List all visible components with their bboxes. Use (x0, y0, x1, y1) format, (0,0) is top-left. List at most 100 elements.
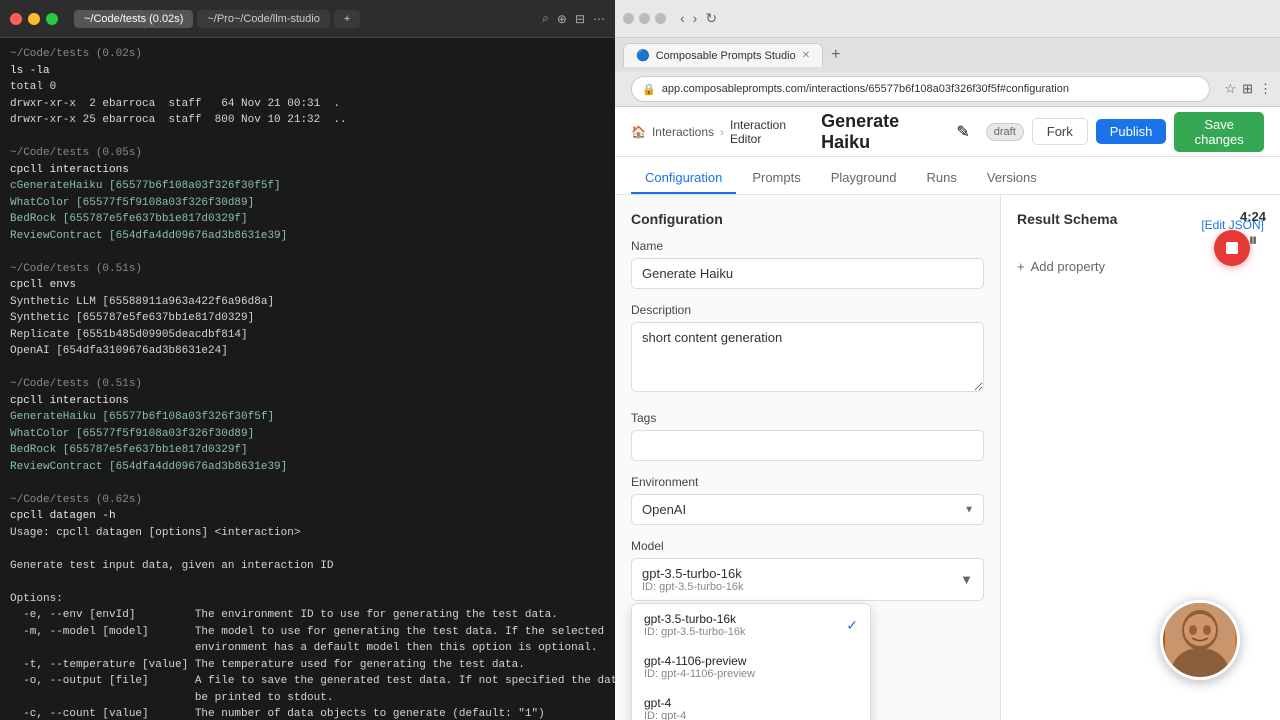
avatar-image (1165, 600, 1235, 680)
browser-close[interactable] (623, 13, 634, 24)
header-actions: Fork Publish Save changes (1032, 112, 1264, 152)
tab-versions[interactable]: Versions (973, 163, 1051, 194)
plus-icon: + (1017, 259, 1025, 274)
terminal-line: drwxr-xr-x 25 ebarroca staff 800 Nov 10 … (10, 112, 605, 129)
model-option-gpt35[interactable]: gpt-3.5-turbo-16k ID: gpt-3.5-turbo-16k … (632, 604, 870, 646)
tab-runs[interactable]: Runs (913, 163, 971, 194)
environment-select[interactable]: OpenAI (631, 494, 984, 525)
model-option-id: ID: gpt-4 (644, 710, 686, 720)
terminal-line: ReviewContract [654dfa4dd09676ad3b8631e3… (10, 459, 605, 476)
close-button[interactable] (10, 13, 22, 25)
terminal-line: cpcll interactions (10, 393, 605, 410)
back-button[interactable]: ‹ (678, 8, 687, 29)
lock-icon: 🔒 (642, 83, 656, 96)
address-bar-row: 🔒 app.composableprompts.com/interactions… (615, 72, 1280, 107)
tab-configuration[interactable]: Configuration (631, 163, 736, 194)
add-property-label: Add property (1031, 259, 1105, 274)
model-option-id: ID: gpt-3.5-turbo-16k (644, 626, 746, 638)
extensions-icon[interactable]: ⊞ (1242, 81, 1253, 97)
terminal-line: cGenerateHaiku [65577b6f108a03f326f30f5f… (10, 178, 605, 195)
bookmark-icon[interactable]: ⊕ (557, 12, 567, 26)
model-name: gpt-3.5-turbo-16k (642, 566, 744, 581)
terminal-line: Usage: cpcll datagen [options] <interact… (10, 525, 605, 542)
terminal-tab-new[interactable]: + (334, 10, 360, 28)
model-dropdown-list: gpt-3.5-turbo-16k ID: gpt-3.5-turbo-16k … (631, 603, 871, 720)
terminal-tab-llm[interactable]: ~/Pro~/Code/llm-studio (197, 10, 330, 28)
stop-icon (1226, 242, 1238, 254)
model-field-group: Model gpt-3.5-turbo-16k ID: gpt-3.5-turb… (631, 539, 984, 633)
more-options-icon[interactable]: ⋮ (1259, 81, 1272, 97)
url-display: app.composableprompts.com/interactions/6… (662, 83, 1200, 95)
minimize-button[interactable] (28, 13, 40, 25)
fork-button[interactable]: Fork (1032, 118, 1088, 145)
description-textarea[interactable] (631, 322, 984, 392)
new-tab-button[interactable]: + (831, 46, 840, 64)
save-changes-button[interactable]: Save changes (1174, 112, 1264, 152)
terminal-line: Synthetic LLM [65588911a963a422f6a96d8a] (10, 294, 605, 311)
dropdown-item-content: gpt-4 ID: gpt-4 (644, 696, 686, 720)
more-icon[interactable]: ⋯ (593, 12, 605, 26)
checkmark-icon: ✓ (846, 617, 858, 634)
model-id: ID: gpt-3.5-turbo-16k (642, 581, 744, 593)
draft-badge: draft (986, 123, 1024, 141)
filter-icon[interactable]: ⊟ (575, 12, 585, 26)
model-option-gpt4-preview[interactable]: gpt-4-1106-preview ID: gpt-4-1106-previe… (632, 646, 870, 688)
result-schema-title: Result Schema (1017, 211, 1117, 227)
stop-record-button[interactable] (1214, 230, 1250, 266)
terminal-line: ~/Code/tests (0.51s) (10, 261, 605, 278)
terminal-line: WhatColor [65577f5f9108a03f326f30d89] (10, 195, 605, 212)
breadcrumb-interactions[interactable]: Interactions (652, 125, 714, 139)
tab-playground[interactable]: Playground (817, 163, 911, 194)
model-option-gpt4[interactable]: gpt-4 ID: gpt-4 (632, 688, 870, 720)
forward-button[interactable]: › (691, 8, 700, 29)
model-dropdown-container: gpt-3.5-turbo-16k ID: gpt-3.5-turbo-16k … (631, 558, 984, 601)
browser-tab-composable[interactable]: 🔵 Composable Prompts Studio ✕ (623, 43, 823, 67)
terminal-line: cpcll datagen -h (10, 508, 605, 525)
edit-icon[interactable]: ✎ (956, 122, 969, 142)
browser-maximize[interactable] (655, 13, 666, 24)
bookmark-icon[interactable]: ☆ (1224, 81, 1236, 97)
terminal-line: Options: (10, 591, 605, 608)
maximize-button[interactable] (46, 13, 58, 25)
terminal-line: Generate test input data, given an inter… (10, 558, 605, 575)
terminal-output: ~/Code/tests (0.02s) ls -la total 0 drwx… (0, 38, 615, 720)
publish-button[interactable]: Publish (1096, 119, 1167, 144)
terminal-line: -t, --temperature [value] The temperatur… (10, 657, 605, 674)
terminal-line: BedRock [655787e5fe637bb1e817d0329f] (10, 211, 605, 228)
terminal-line: Synthetic [655787e5fe637bb1e817d0329] (10, 310, 605, 327)
terminal-tab-tests[interactable]: ~/Code/tests (0.02s) (74, 10, 193, 28)
tab-close-icon[interactable]: ✕ (802, 50, 810, 61)
environment-field-group: Environment OpenAI ▼ (631, 475, 984, 525)
environment-label: Environment (631, 475, 984, 489)
tab-prompts[interactable]: Prompts (738, 163, 814, 194)
terminal-line: be printed to stdout. (10, 690, 605, 707)
description-field-group: Description (631, 303, 984, 397)
tags-input[interactable] (631, 430, 984, 461)
browser-minimize[interactable] (639, 13, 650, 24)
terminal-line: Replicate [6551b485d09905deacdbf814] (10, 327, 605, 344)
terminal-line: BedRock [655787e5fe637bb1e817d0329f] (10, 442, 605, 459)
terminal-line: ~/Code/tests (0.05s) (10, 145, 605, 162)
dropdown-item-content: gpt-3.5-turbo-16k ID: gpt-3.5-turbo-16k (644, 612, 746, 638)
page-title: Generate Haiku (821, 111, 942, 153)
browser-tab-bar: 🔵 Composable Prompts Studio ✕ + (615, 38, 1280, 72)
recording-controls: 4:24 ⏸ (1240, 209, 1266, 251)
terminal-line: ls -la (10, 63, 605, 80)
terminal-line: cpcll interactions (10, 162, 605, 179)
terminal-line: -e, --env [envId] The environment ID to … (10, 607, 605, 624)
search-icon[interactable]: ⌕ (542, 11, 549, 26)
tags-field-group: Tags (631, 411, 984, 461)
breadcrumb-current: Interaction Editor (730, 118, 805, 146)
address-bar[interactable]: 🔒 app.composableprompts.com/interactions… (631, 76, 1210, 102)
refresh-button[interactable]: ↻ (703, 8, 719, 29)
model-select-trigger[interactable]: gpt-3.5-turbo-16k ID: gpt-3.5-turbo-16k … (631, 558, 984, 601)
dropdown-item-content: gpt-4-1106-preview ID: gpt-4-1106-previe… (644, 654, 755, 680)
breadcrumb-home-icon: 🏠 (631, 125, 646, 139)
terminal-line: ~/Code/tests (0.02s) (10, 46, 605, 63)
terminal-toolbar-icons: ⌕ ⊕ ⊟ ⋯ (542, 11, 605, 26)
breadcrumb-separator: › (720, 125, 724, 139)
environment-select-wrapper: OpenAI ▼ (631, 494, 984, 525)
terminal-line: ReviewContract [654dfa4dd09676ad3b8631e3… (10, 228, 605, 245)
name-input[interactable] (631, 258, 984, 289)
configuration-panel: Configuration Name Description Tags Envi… (615, 195, 1000, 720)
